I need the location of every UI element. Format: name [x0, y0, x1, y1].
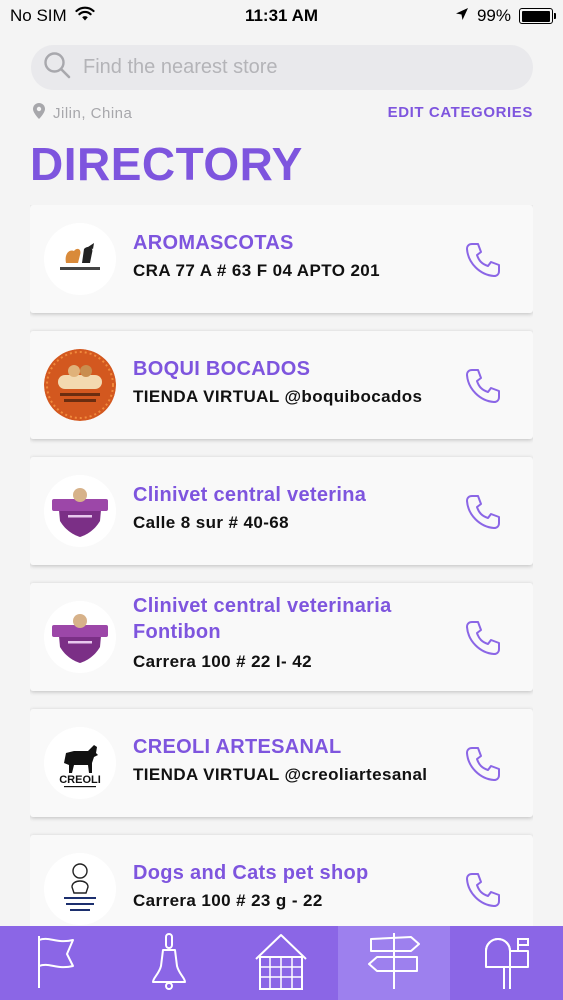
phone-icon[interactable] — [462, 365, 504, 407]
store-address: Carrera 100 # 23 g - 22 — [133, 891, 323, 910]
search-input[interactable] — [83, 56, 503, 79]
aromascotas-logo-icon — [44, 223, 116, 295]
barn-icon — [252, 931, 310, 996]
flag-icon — [33, 932, 79, 995]
edit-categories-button[interactable]: EDIT CATEGORIES — [388, 104, 533, 121]
phone-icon[interactable] — [462, 743, 504, 785]
search-bar[interactable] — [31, 45, 533, 90]
status-right-group: 99% — [455, 6, 556, 26]
bell-icon — [149, 932, 189, 995]
mailbox-icon — [478, 931, 536, 996]
store-name: Dogs and Cats pet shop — [133, 862, 369, 884]
store-list[interactable]: AROMASCOTAS CRA 77 A # 63 F 04 APTO 201 … — [30, 205, 533, 927]
dogs-and-cats-logo-icon — [44, 853, 116, 925]
battery-percent: 99% — [476, 6, 511, 25]
search-icon — [43, 51, 71, 84]
tab-barn[interactable] — [225, 926, 338, 1000]
status-bar: No SIM 11:31 AM 99% — [0, 0, 563, 32]
tab-mailbox[interactable] — [450, 926, 563, 1000]
phone-icon[interactable] — [462, 869, 504, 911]
tab-bell[interactable] — [113, 926, 226, 1000]
battery-icon — [519, 8, 556, 24]
boqui-bocados-logo-icon — [44, 349, 116, 421]
store-card[interactable]: Clinivet central veterina Calle 8 sur # … — [30, 457, 533, 565]
store-card[interactable]: AROMASCOTAS CRA 77 A # 63 F 04 APTO 201 — [30, 205, 533, 313]
clinivet-logo-icon — [44, 601, 116, 673]
location-arrow-icon — [455, 6, 469, 26]
creoli-logo-text: CREOLI — [59, 774, 101, 786]
store-address: Calle 8 sur # 40-68 — [133, 513, 289, 532]
store-name: BOQUI BOCADOS — [133, 358, 311, 380]
store-address: CRA 77 A # 63 F 04 APTO 201 — [133, 261, 381, 280]
store-address: TIENDA VIRTUAL @creoliartesanal — [133, 765, 428, 784]
location-row: Jilin, China — [33, 103, 132, 123]
store-name: Clinivet central veterina — [133, 484, 367, 506]
store-address: TIENDA VIRTUAL @boquibocados — [133, 387, 423, 406]
store-card[interactable]: CREOLI CREOLI ARTESANAL TIENDA VIRTUAL @… — [30, 709, 533, 817]
store-name: Clinivet central veterinaria Fontibon — [133, 595, 392, 643]
signpost-icon — [365, 931, 423, 996]
tab-bar — [0, 926, 563, 1000]
store-card[interactable]: BOQUI BOCADOS TIENDA VIRTUAL @boquibocad… — [30, 331, 533, 439]
clinivet-logo-icon — [44, 475, 116, 547]
creoli-logo-icon: CREOLI — [44, 727, 116, 799]
phone-icon[interactable] — [462, 491, 504, 533]
phone-icon[interactable] — [462, 239, 504, 281]
tab-flag[interactable] — [0, 926, 113, 1000]
page-title: DIRECTORY — [30, 138, 303, 190]
store-card[interactable]: Dogs and Cats pet shop Carrera 100 # 23 … — [30, 835, 533, 927]
store-address: Carrera 100 # 22 I- 42 — [133, 652, 312, 671]
store-card[interactable]: Clinivet central veterinaria Fontibon Ca… — [30, 583, 533, 691]
map-pin-icon — [33, 103, 45, 123]
phone-icon[interactable] — [462, 617, 504, 659]
location-city: Jilin, China — [53, 104, 133, 122]
tab-signpost[interactable] — [337, 926, 451, 1000]
store-name: AROMASCOTAS — [133, 232, 294, 254]
store-name: CREOLI ARTESANAL — [133, 736, 342, 758]
